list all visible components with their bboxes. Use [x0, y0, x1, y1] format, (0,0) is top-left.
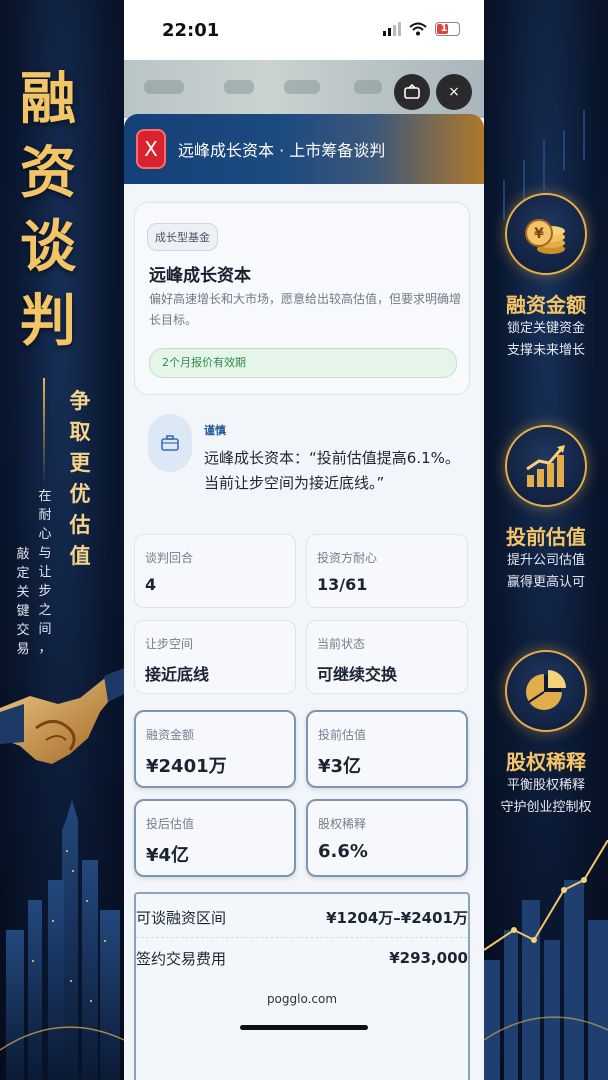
- minimize-button[interactable]: [394, 74, 430, 110]
- summary-row-financing-range: 可谈融资区间 ¥1204万–¥2401万: [136, 898, 468, 938]
- site-domain: pogglo.com: [266, 992, 338, 1006]
- blurred-background-bar: [124, 60, 484, 118]
- term-financing-amount[interactable]: 融资金额 ¥2401万: [134, 710, 296, 788]
- stat-concession-room: 让步空间 接近底线: [134, 620, 296, 694]
- investor-quote-text: 远峰成长资本：“投前估值提高6.1%。当前让步空间为接近底线。”: [204, 449, 460, 492]
- phone-screen: 22:01 17 × X 远峰成长资本 · 上市筹备谈判 成长型基金 远峰成长资…: [124, 0, 484, 1080]
- cellular-signal-icon: [383, 22, 401, 36]
- feature-financing-amount: ¥ 融资金额 锁定关键资金 支撑未来增长: [484, 193, 608, 362]
- handshake-icon: [0, 668, 124, 764]
- stat-investor-patience: 投资方耐心 13/61: [306, 534, 468, 608]
- battery-icon: 17: [435, 22, 460, 36]
- dialog-header: X 远峰成长资本 · 上市筹备谈判: [124, 114, 484, 184]
- decor-line: [43, 378, 45, 486]
- fund-description: 偏好高速增长和大市场，愿意给出较高估值，但要求明确增长目标。: [149, 292, 462, 327]
- status-time: 22:01: [162, 20, 220, 41]
- window-icon: [404, 84, 420, 99]
- stat-negotiation-round: 谈判回合 4: [134, 534, 296, 608]
- coins-icon: ¥: [525, 219, 565, 254]
- growth-line-decor: [484, 840, 608, 1080]
- fund-name: 远峰成长资本: [149, 266, 251, 286]
- offer-validity-badge: 2个月报价有效期: [149, 348, 457, 378]
- term-post-money-valuation[interactable]: 投后估值 ¥4亿: [134, 799, 296, 877]
- feature-pre-money-valuation: 投前估值 提升公司估值 赢得更高认可: [484, 425, 608, 594]
- feature-equity-dilution: 股权稀释 平衡股权稀释 守护创业控制权: [484, 650, 608, 819]
- wifi-icon: [409, 22, 427, 36]
- investor-quote: 谨慎 远峰成长资本：“投前估值提高6.1%。当前让步空间为接近底线。”: [134, 406, 470, 506]
- dismiss-button[interactable]: ×: [436, 74, 472, 110]
- dialog-body: 成长型基金 远峰成长资本 偏好高速增长和大市场，愿意给出较高估值，但要求明确增长…: [124, 184, 484, 1080]
- banner-tagline-2: 敲 定 关 键 交 易: [16, 547, 30, 657]
- close-button[interactable]: X: [136, 129, 166, 169]
- banner-subtitle: 争 取 更 优 估 值: [69, 388, 91, 568]
- home-indicator[interactable]: [240, 1025, 368, 1030]
- fund-card: 成长型基金 远峰成长资本 偏好高速增长和大市场，愿意给出较高估值，但要求明确增长…: [134, 202, 470, 395]
- pie-chart-icon: [526, 670, 566, 710]
- svg-text:¥: ¥: [534, 226, 544, 242]
- briefcase-icon: [148, 414, 192, 472]
- banner-tagline-1: 在 耐 心 与 让 步 之 间 ，: [38, 489, 52, 656]
- growth-chart-icon: [526, 445, 565, 487]
- fund-type-badge: 成长型基金: [147, 223, 218, 251]
- city-skyline: [0, 800, 124, 1080]
- summary-row-signing-fee: 签约交易费用 ¥293,000: [136, 949, 468, 968]
- deal-summary-card: 可谈融资区间 ¥1204万–¥2401万 签约交易费用 ¥293,000 pog…: [134, 892, 470, 1080]
- right-promo-banner: ¥ 融资金额 锁定关键资金 支撑未来增长 投前估值 提升公司估值 赢得更高认可: [484, 0, 608, 1080]
- term-equity-dilution[interactable]: 股权稀释 6.6%: [306, 799, 468, 877]
- status-bar: 22:01 17: [124, 0, 484, 60]
- term-pre-money-valuation[interactable]: 投前估值 ¥3亿: [306, 710, 468, 788]
- banner-title: 融 资 谈 判: [20, 66, 76, 354]
- investor-tone-label: 谨慎: [204, 424, 226, 437]
- left-promo-banner: 融 资 谈 判 争 取 更 优 估 值 在 耐 心 与 让 步 之 间 ， 敲 …: [0, 0, 124, 1080]
- dialog-title: 远峰成长资本 · 上市筹备谈判: [178, 141, 386, 160]
- stat-current-status: 当前状态 可继续交换: [306, 620, 468, 694]
